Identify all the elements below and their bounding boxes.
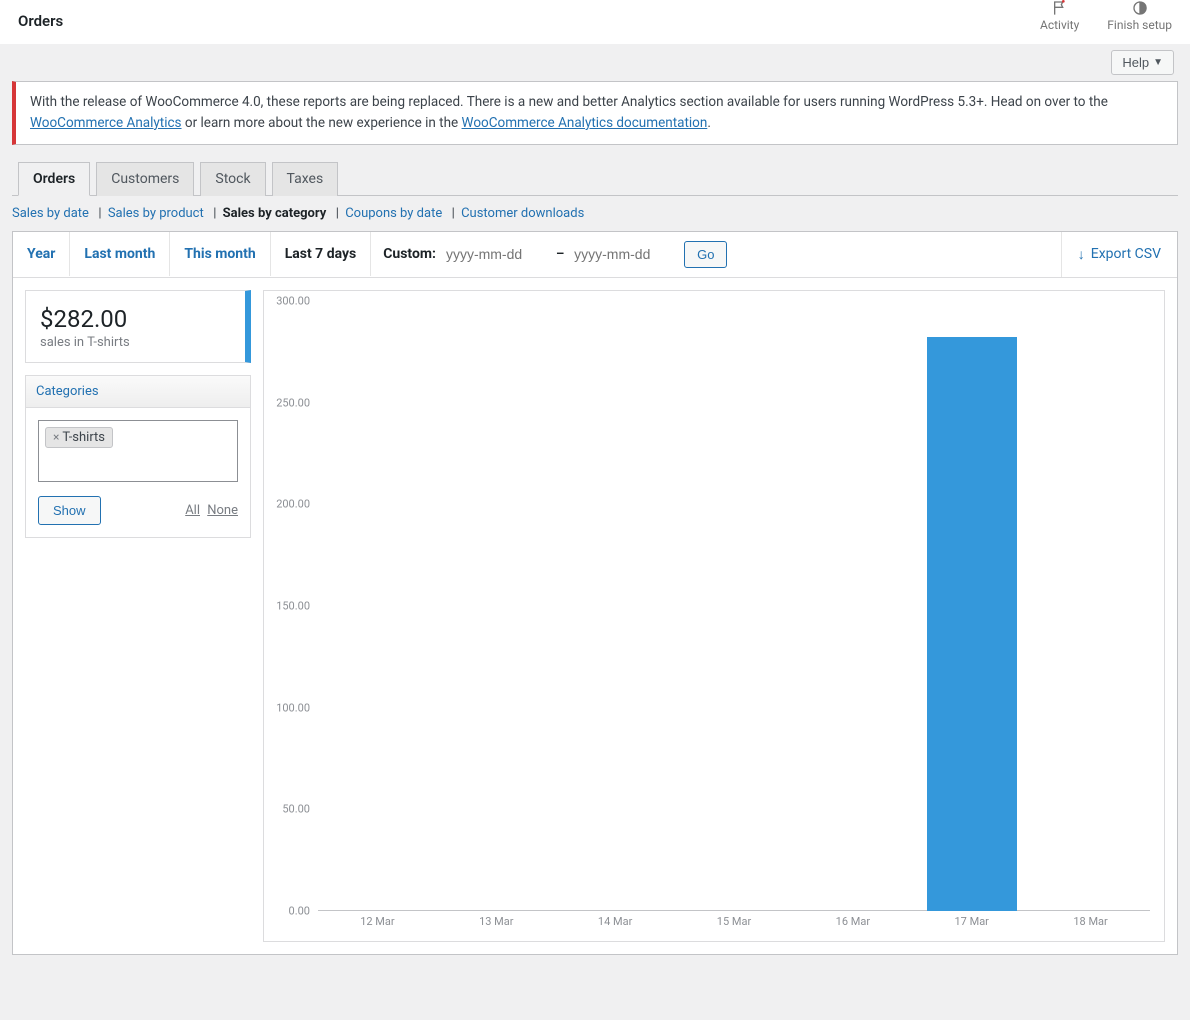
export-csv-button[interactable]: ↓ Export CSV: [1061, 232, 1177, 277]
category-select[interactable]: × T-shirts: [38, 420, 238, 482]
page-title: Orders: [18, 12, 63, 30]
date-from-input[interactable]: [446, 246, 546, 262]
select-none-link[interactable]: None: [207, 503, 238, 518]
show-button[interactable]: Show: [38, 496, 101, 525]
subtab-sales-by-category: Sales by category: [223, 206, 327, 221]
tab-orders[interactable]: Orders: [18, 162, 90, 196]
x-tick-label: 14 Mar: [598, 915, 632, 928]
header-actions: Activity Finish setup: [1040, 0, 1172, 32]
select-all-link[interactable]: All: [185, 503, 200, 518]
activity-button[interactable]: Activity: [1040, 0, 1079, 32]
remove-tag-icon[interactable]: ×: [53, 430, 59, 444]
y-tick-label: 300.00: [276, 294, 310, 307]
tab-customers[interactable]: Customers: [96, 162, 194, 196]
subtab-coupons-by-date[interactable]: Coupons by date: [345, 206, 442, 221]
go-button[interactable]: Go: [684, 241, 727, 268]
subtab-sales-by-date[interactable]: Sales by date: [12, 206, 89, 221]
y-tick-label: 200.00: [276, 498, 310, 511]
chart-bar[interactable]: [927, 337, 1017, 910]
x-tick-label: 18 Mar: [1073, 915, 1107, 928]
sales-stat-widget: $282.00 sales in T-shirts: [25, 290, 251, 363]
y-tick-label: 50.00: [282, 803, 310, 816]
category-tag: × T-shirts: [45, 427, 113, 448]
stat-label: sales in T-shirts: [40, 335, 231, 350]
y-tick-label: 100.00: [276, 701, 310, 714]
range-year[interactable]: Year: [13, 232, 70, 276]
deprecation-notice: With the release of WooCommerce 4.0, the…: [12, 81, 1178, 145]
help-button[interactable]: Help ▼: [1111, 50, 1174, 75]
chevron-down-icon: ▼: [1153, 57, 1163, 68]
sub-report-links: Sales by date | Sales by product | Sales…: [12, 196, 1178, 231]
y-tick-label: 150.00: [276, 599, 310, 612]
x-tick-label: 15 Mar: [717, 915, 751, 928]
analytics-docs-link[interactable]: WooCommerce Analytics documentation: [462, 115, 708, 131]
x-tick-label: 16 Mar: [836, 915, 870, 928]
range-this-month[interactable]: This month: [170, 232, 270, 276]
stat-value: $282.00: [40, 305, 231, 333]
flag-icon: [1049, 0, 1071, 16]
x-tick-label: 13 Mar: [479, 915, 513, 928]
sales-chart: 0.0050.00100.00150.00200.00250.00300.00 …: [263, 290, 1165, 942]
download-icon: ↓: [1078, 246, 1085, 263]
report-tabs: Orders Customers Stock Taxes: [12, 161, 1178, 196]
half-circle-icon: [1129, 0, 1151, 16]
subtab-customer-downloads[interactable]: Customer downloads: [461, 206, 584, 221]
categories-header[interactable]: Categories: [26, 376, 250, 408]
tab-taxes[interactable]: Taxes: [272, 162, 339, 196]
categories-widget: Categories × T-shirts Show All: [25, 375, 251, 538]
date-range-bar: Year Last month This month Last 7 days C…: [13, 232, 1177, 278]
custom-range-label: Custom:: [383, 246, 436, 262]
tab-stock[interactable]: Stock: [200, 162, 265, 196]
range-last-month[interactable]: Last month: [70, 232, 170, 276]
date-to-input[interactable]: [574, 246, 674, 262]
analytics-link[interactable]: WooCommerce Analytics: [30, 115, 182, 131]
x-tick-label: 17 Mar: [954, 915, 988, 928]
y-tick-label: 250.00: [276, 396, 310, 409]
x-tick-label: 12 Mar: [360, 915, 394, 928]
finish-setup-button[interactable]: Finish setup: [1107, 0, 1172, 32]
range-last-7-days[interactable]: Last 7 days: [271, 232, 372, 276]
subtab-sales-by-product[interactable]: Sales by product: [108, 206, 204, 221]
y-tick-label: 0.00: [289, 904, 310, 917]
